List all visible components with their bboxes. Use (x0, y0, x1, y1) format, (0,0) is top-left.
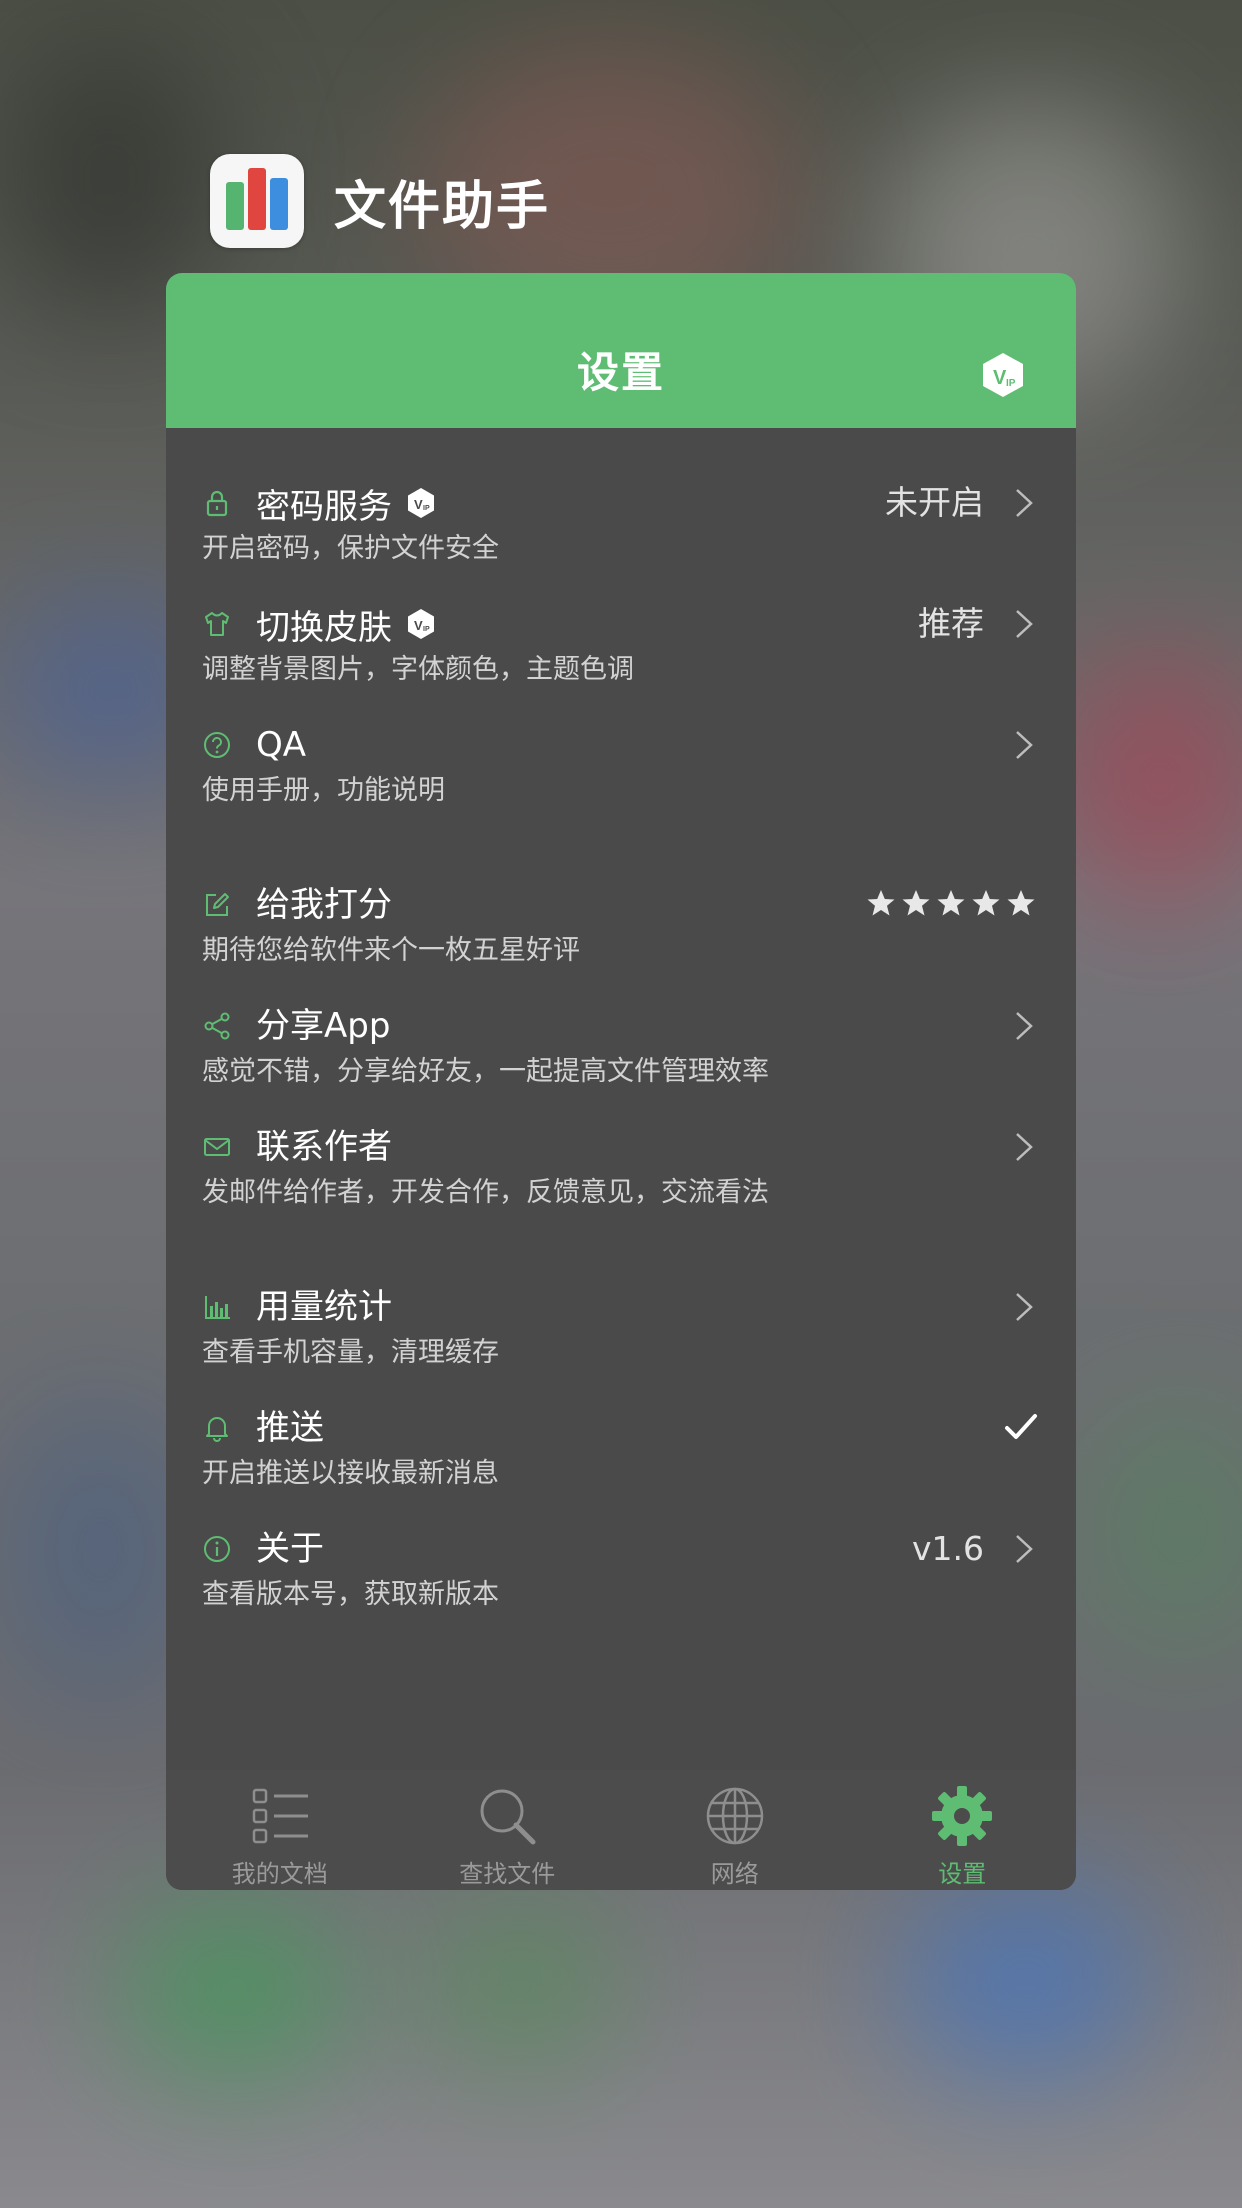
row-value: 推荐 (918, 604, 984, 643)
tab-my-documents[interactable]: 我的文档 (166, 1770, 394, 1890)
svg-text:IP: IP (1006, 378, 1016, 389)
mail-icon (204, 1138, 230, 1156)
row-title: 给我打分 (256, 885, 392, 925)
settings-row-skin[interactable]: 切换皮肤 V IP 调整背景图片，字体颜色，主题色调 推荐 (166, 594, 1076, 704)
checkmark-icon[interactable] (1004, 1412, 1038, 1442)
chevron-right-icon (1016, 489, 1033, 517)
tab-settings[interactable]: 设置 (849, 1770, 1077, 1890)
chevron-right-icon (1016, 1535, 1033, 1563)
settings-row-push[interactable]: 推送 开启推送以接收最新消息 (166, 1398, 1076, 1508)
row-subtitle: 发邮件给作者，开发合作，反馈意见，交流看法 (202, 1177, 769, 1208)
gear-icon (932, 1786, 993, 1846)
bell-icon (206, 1417, 228, 1442)
nav-bar: 设置 V IP (166, 273, 1076, 428)
star-icon (972, 890, 1000, 916)
settings-row-qa[interactable]: QA 使用手册，功能说明 (166, 715, 1076, 825)
app-icon[interactable] (210, 154, 304, 248)
row-title: 密码服务 (256, 486, 392, 527)
star-icon (1007, 890, 1035, 916)
row-title: 切换皮肤 (256, 607, 392, 648)
tab-label: 网络 (710, 1860, 759, 1888)
svg-text:IP: IP (423, 505, 430, 512)
bar-chart-icon (205, 1296, 230, 1319)
chevron-right-icon (1016, 1293, 1033, 1321)
star-icon (937, 890, 965, 916)
chevron-right-icon (1016, 1012, 1033, 1040)
search-icon (480, 1789, 536, 1845)
tab-network[interactable]: 网络 (621, 1770, 849, 1890)
list-icon (252, 1788, 308, 1844)
row-subtitle: 感觉不错，分享给好友，一起提高文件管理效率 (202, 1056, 769, 1087)
row-title: QA (256, 725, 307, 765)
chevron-right-icon (1016, 1133, 1033, 1161)
question-icon (204, 732, 230, 758)
row-value: v1.6 (911, 1529, 984, 1568)
settings-row-contact[interactable]: 联系作者 发邮件给作者，开发合作，反馈意见，交流看法 (166, 1117, 1076, 1227)
tab-label: 设置 (938, 1860, 987, 1888)
vip-badge-icon: V IP (408, 488, 434, 518)
row-title: 关于 (256, 1529, 324, 1569)
row-subtitle: 调整背景图片，字体颜色，主题色调 (202, 654, 634, 685)
info-icon (204, 1536, 230, 1562)
row-subtitle: 期待您给软件来个一枚五星好评 (202, 935, 580, 966)
app-name: 文件助手 (334, 176, 551, 237)
row-subtitle: 使用手册，功能说明 (202, 775, 445, 806)
chevron-right-icon (1016, 610, 1033, 638)
tab-label: 查找文件 (459, 1860, 556, 1888)
share-icon (204, 1012, 230, 1040)
vip-icon[interactable]: V IP (980, 351, 1026, 399)
settings-row-about[interactable]: 关于 查看版本号，获取新版本 v1.6 (166, 1519, 1076, 1629)
tab-label: 我的文档 (231, 1860, 328, 1888)
app-switcher-header: 文件助手 (210, 154, 551, 248)
star-icon (867, 890, 895, 916)
settings-row-rate[interactable]: 给我打分 期待您给软件来个一枚五星好评 (166, 875, 1076, 985)
row-subtitle: 查看版本号，获取新版本 (202, 1579, 499, 1610)
tshirt-icon (205, 612, 229, 636)
star-icon (902, 890, 930, 916)
app-card[interactable]: 设置 V IP 密码服务 V IP 开启密码，保护文件安全 未开启 切换皮肤 V… (166, 273, 1076, 1890)
lock-icon (206, 490, 228, 517)
svg-text:V: V (414, 618, 423, 633)
row-subtitle: 开启密码，保护文件安全 (202, 533, 499, 564)
row-title: 用量统计 (256, 1287, 392, 1327)
edit-icon (206, 893, 229, 916)
row-value: 未开启 (885, 483, 984, 522)
tab-bar: 我的文档 查找文件 网络 设置 (166, 1770, 1076, 1890)
row-subtitle: 查看手机容量，清理缓存 (202, 1337, 499, 1368)
chevron-right-icon (1016, 731, 1033, 759)
row-title: 分享App (256, 1006, 391, 1046)
row-title: 联系作者 (256, 1127, 392, 1167)
settings-row-share[interactable]: 分享App 感觉不错，分享给好友，一起提高文件管理效率 (166, 996, 1076, 1106)
tab-find-files[interactable]: 查找文件 (394, 1770, 622, 1890)
star-rating[interactable] (866, 888, 1036, 918)
row-subtitle: 开启推送以接收最新消息 (202, 1458, 499, 1489)
svg-text:V: V (993, 367, 1007, 389)
svg-text:IP: IP (423, 626, 430, 633)
vip-badge-icon: V IP (408, 609, 434, 639)
row-title: 推送 (256, 1408, 324, 1448)
page-title: 设置 (576, 348, 665, 397)
globe-icon (706, 1787, 763, 1845)
svg-text:V: V (414, 497, 423, 512)
settings-row-password[interactable]: 密码服务 V IP 开启密码，保护文件安全 未开启 (166, 473, 1076, 583)
settings-row-usage[interactable]: 用量统计 查看手机容量，清理缓存 (166, 1277, 1076, 1387)
